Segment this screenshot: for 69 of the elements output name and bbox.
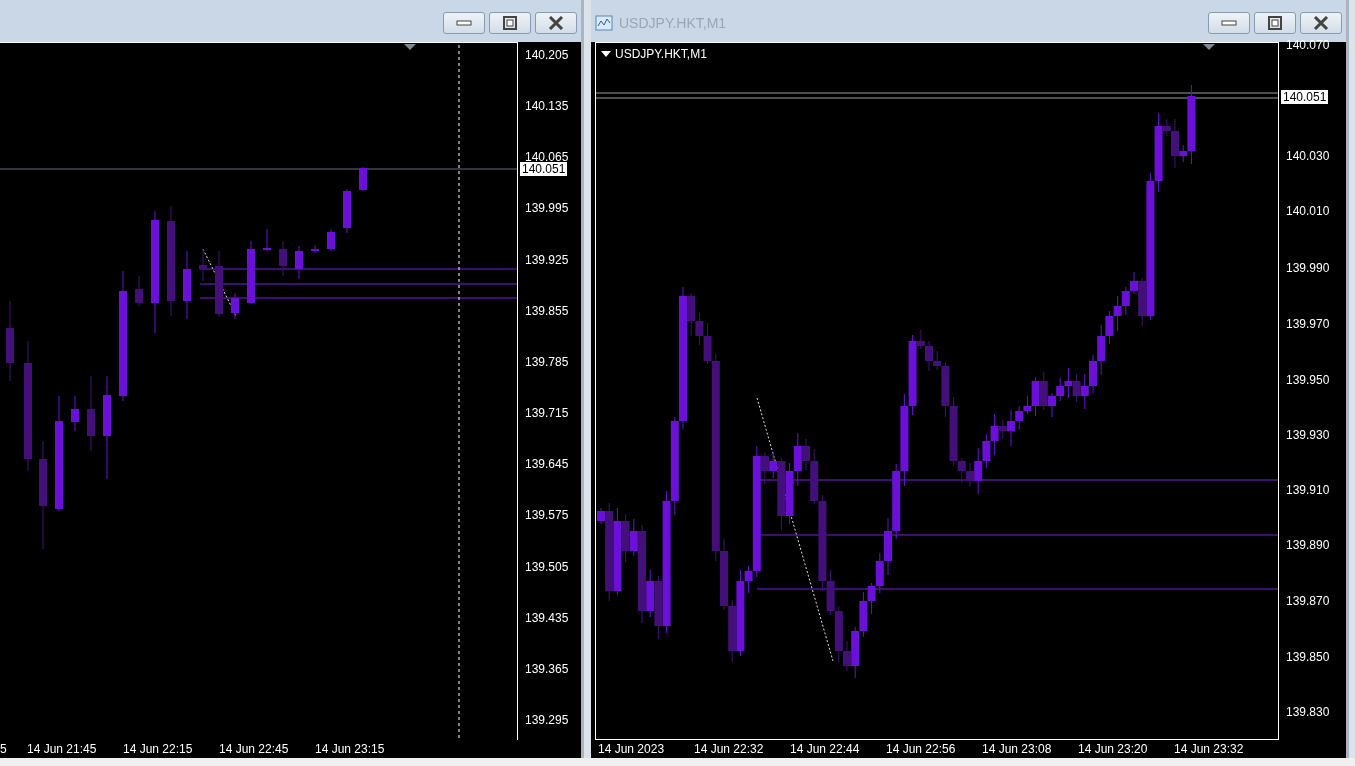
candlestick: [311, 244, 319, 254]
price-label: 140.010: [1286, 204, 1330, 218]
maximize-icon: [503, 16, 517, 30]
price-label: 139.910: [1286, 483, 1330, 497]
maximize-button[interactable]: [1254, 12, 1296, 34]
price-label: 139.715: [525, 406, 569, 421]
time-label: 14 Jun 22:15: [123, 742, 193, 756]
symbol-label: USDJPY.HKT,M1: [615, 47, 707, 61]
candlestick: [215, 250, 223, 318]
price-label: 140.070: [1286, 38, 1330, 52]
current-price-label: 140.051: [520, 162, 568, 176]
candlestick: [183, 250, 191, 320]
time-label: 14 Jun 23:32: [1174, 742, 1244, 756]
close-icon: [548, 16, 564, 30]
price-label: 140.030: [1286, 149, 1330, 163]
price-label: 139.870: [1286, 594, 1330, 608]
time-label: 14 Jun 22:32: [694, 742, 764, 756]
time-label: 5: [0, 742, 7, 756]
price-label: 139.925: [525, 252, 569, 267]
price-label: 139.855: [525, 303, 569, 318]
minimize-icon: [456, 20, 472, 26]
shift-marker-icon[interactable]: [404, 44, 416, 50]
dropdown-arrow-icon[interactable]: [601, 51, 611, 57]
time-label: 14 Jun 23:08: [982, 742, 1052, 756]
price-label: 139.645: [525, 457, 569, 472]
price-label: 139.830: [1286, 705, 1330, 719]
time-label: 14 Jun 22:44: [790, 742, 860, 756]
price-label: 140.065: [525, 150, 569, 165]
current-price-label: 140.051: [1281, 90, 1329, 104]
time-label: 14 Jun 21:45: [27, 742, 97, 756]
candlestick: [263, 228, 271, 252]
candlestick: [295, 245, 303, 280]
price-label: 139.995: [525, 201, 569, 216]
maximize-button[interactable]: [489, 12, 531, 34]
price-label: 139.850: [1286, 650, 1330, 664]
minimize-icon: [1221, 20, 1237, 26]
price-label: 139.435: [525, 610, 569, 625]
price-label: 139.365: [525, 661, 569, 676]
chart-window-icon: [595, 14, 613, 32]
price-label: 139.950: [1286, 373, 1330, 387]
candlestick: [343, 188, 351, 234]
candlestick: [327, 228, 335, 252]
time-label: 14 Jun 23:20: [1078, 742, 1148, 756]
time-label: 14 Jun 23:15: [315, 742, 385, 756]
price-label: 139.970: [1286, 317, 1330, 331]
time-label: 14 Jun 2023: [598, 742, 665, 756]
close-button[interactable]: [1300, 12, 1342, 34]
price-label: 140.205: [525, 48, 569, 62]
candlestick: [359, 166, 367, 192]
maximize-icon: [1268, 16, 1282, 30]
price-label: 139.505: [525, 559, 569, 574]
price-label: 139.575: [525, 508, 569, 523]
candlestick: [231, 292, 239, 320]
shift-marker-icon[interactable]: [1203, 44, 1215, 50]
time-label: 14 Jun 22:45: [219, 742, 289, 756]
close-icon: [1313, 16, 1329, 30]
price-label: 139.295: [525, 712, 569, 727]
candlestick: [71, 395, 79, 432]
price-label: 139.890: [1286, 538, 1330, 552]
price-label: 139.785: [525, 354, 569, 369]
candlestick: [247, 240, 255, 304]
price-label: 140.135: [525, 99, 569, 114]
candlestick: [199, 248, 207, 282]
candlestick: [135, 275, 143, 307]
candlestick: [279, 240, 287, 277]
price-label: 139.930: [1286, 428, 1330, 442]
price-label: 139.990: [1286, 261, 1330, 275]
close-button[interactable]: [535, 12, 577, 34]
time-label: 14 Jun 22:56: [886, 742, 956, 756]
